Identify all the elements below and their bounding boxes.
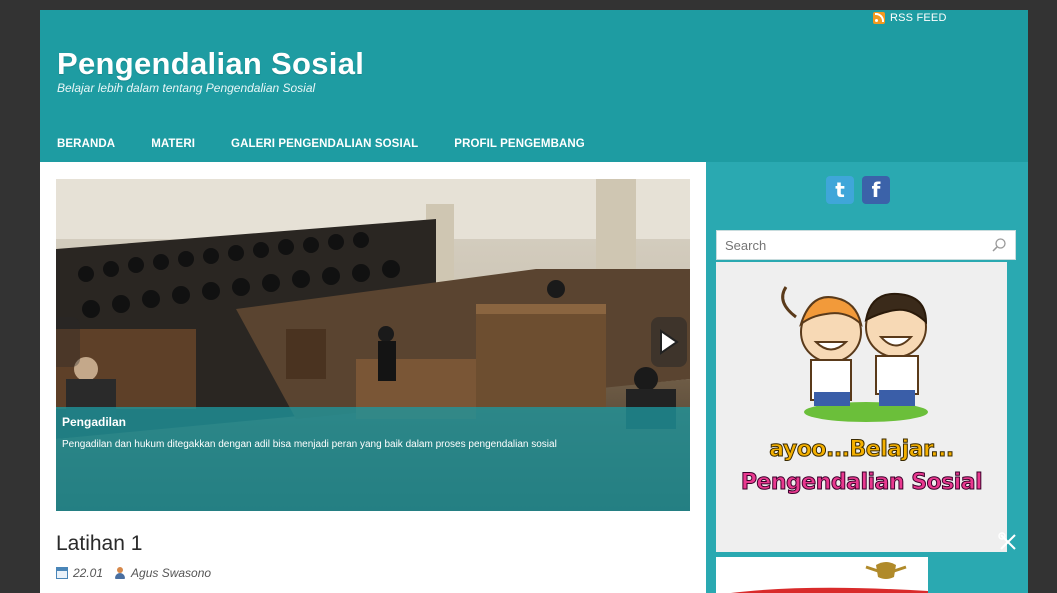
nav-item-galeri[interactable]: GALERI PENGENDALIAN SOSIAL xyxy=(231,138,418,150)
search-box xyxy=(716,230,1016,260)
search-icon[interactable] xyxy=(991,237,1007,253)
ayoo-belajar-banner[interactable]: ayoo...Belajar... Pengendalian Sosial xyxy=(716,262,1007,552)
slider-next-button[interactable] xyxy=(651,317,687,367)
main-nav: BERANDA MATERI GALERI PENGENDALIAN SOSIA… xyxy=(57,138,621,150)
cartoon-kids-image xyxy=(781,286,928,422)
twitter-icon[interactable]: t xyxy=(826,176,854,204)
banner-line-2: Pengendalian Sosial xyxy=(740,470,983,496)
slider-caption: Pengadilan Pengadilan dan hukum ditegakk… xyxy=(56,407,690,511)
site-tagline: Belajar lebih dalam tentang Pengendalian… xyxy=(57,81,316,95)
garuda-banner[interactable] xyxy=(716,557,928,593)
image-slider[interactable]: Pengadilan Pengadilan dan hukum ditegakk… xyxy=(56,179,690,511)
rss-label: RSS FEED xyxy=(890,12,947,24)
main-content: Pengadilan Pengadilan dan hukum ditegakk… xyxy=(40,162,706,593)
site-title[interactable]: Pengendalian Sosial xyxy=(57,46,364,82)
post-time: 22.01 xyxy=(73,566,104,580)
nav-item-materi[interactable]: MATERI xyxy=(151,138,195,150)
page-container: RSS FEED Pengendalian Sosial Belajar leb… xyxy=(40,10,1028,593)
garuda-emblem-icon xyxy=(731,562,928,593)
facebook-icon[interactable]: f xyxy=(862,176,890,204)
sidebar: t f a xyxy=(706,162,1028,593)
post-author[interactable]: Agus Swasono xyxy=(131,566,211,580)
caption-text: Pengadilan dan hukum ditegakkan dengan a… xyxy=(62,439,557,450)
banner-line-1: ayoo...Belajar... xyxy=(769,437,955,463)
search-input[interactable] xyxy=(725,237,985,253)
nav-item-profil[interactable]: PROFIL PENGEMBANG xyxy=(454,138,585,150)
post-meta: 22.01 Agus Swasono xyxy=(56,566,211,580)
caption-title: Pengadilan xyxy=(62,415,127,429)
chevron-right-icon xyxy=(660,329,679,355)
rss-feed-link[interactable]: RSS FEED xyxy=(873,12,947,24)
slider-prev-button[interactable] xyxy=(56,317,80,367)
user-icon xyxy=(114,566,126,580)
nav-item-beranda[interactable]: BERANDA xyxy=(57,138,115,150)
rss-icon xyxy=(873,12,885,24)
post-title[interactable]: Latihan 1 xyxy=(56,532,142,556)
calendar-icon xyxy=(56,567,68,579)
social-links: t f xyxy=(826,176,890,204)
tools-icon[interactable] xyxy=(998,532,1018,552)
